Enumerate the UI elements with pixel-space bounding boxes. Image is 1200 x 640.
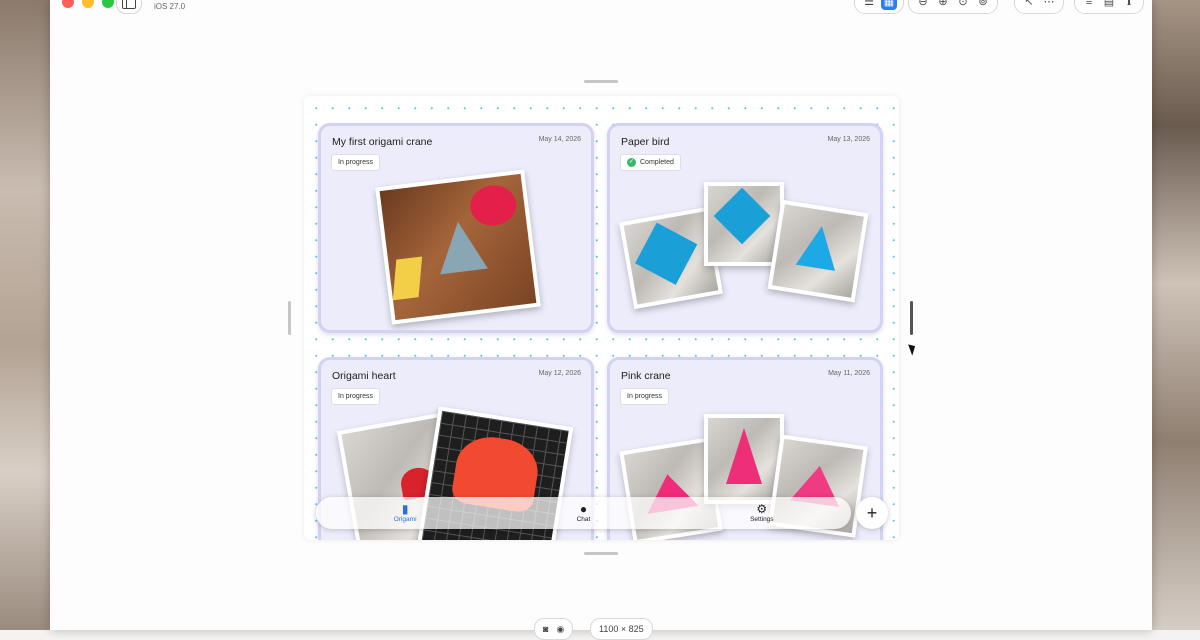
- zoom-fit-icon[interactable]: ⊙: [955, 0, 971, 10]
- status-badge: In progress: [331, 154, 381, 171]
- blue-diamond-shape: [713, 187, 771, 245]
- tab-settings[interactable]: ⚙ Settings: [717, 502, 807, 524]
- device-size-label: 1100 × 825: [599, 624, 644, 634]
- zoom-group: ⊖ ⊕ ⊙ ⊚: [908, 0, 998, 14]
- device-size-control[interactable]: 1100 × 825: [590, 618, 653, 640]
- tab-origami[interactable]: ▮ Origami: [360, 502, 450, 524]
- blue-paper-image: [708, 186, 780, 262]
- os-version-label: iOS 27.0: [154, 2, 186, 11]
- pointer-icon[interactable]: ↖: [1021, 0, 1037, 10]
- tab-label: Origami: [393, 516, 417, 523]
- status-badge: ✓ Completed: [620, 154, 681, 171]
- book-icon: ▮: [401, 502, 409, 516]
- origami-card[interactable]: My first origami crane May 14, 2026 In p…: [318, 123, 594, 333]
- zoom-in-icon[interactable]: ⊕: [935, 0, 951, 10]
- card-title: Pink crane: [621, 370, 671, 382]
- app-screen: My first origami crane May 14, 2026 In p…: [304, 96, 899, 540]
- blue-bird-image: [772, 204, 864, 298]
- tab-label: Chat: [576, 516, 591, 523]
- tab-bar: ▮ Origami ● Chat ⚙ Settings: [316, 497, 851, 529]
- zoom-actual-icon[interactable]: ⊚: [975, 0, 991, 10]
- left-resize-handle[interactable]: [288, 301, 291, 335]
- zoom-out-icon[interactable]: ⊖: [915, 0, 931, 10]
- card-date: May 14, 2026: [538, 136, 581, 143]
- minimize-window-button[interactable]: [82, 0, 94, 8]
- tab-label: Settings: [750, 516, 774, 523]
- bottom-resize-handle[interactable]: [584, 552, 618, 555]
- status-badge: In progress: [620, 388, 670, 405]
- blue-bird-shape: [795, 223, 842, 271]
- status-badge: In progress: [331, 388, 381, 405]
- info-icon[interactable]: ℹ: [1121, 0, 1137, 10]
- checkmark-icon: ✓: [627, 158, 636, 167]
- list-view-icon[interactable]: ☰: [861, 0, 877, 10]
- settings-sliders-icon[interactable]: ≡: [1081, 0, 1097, 10]
- layout-toggle-group: ☰ ▦: [854, 0, 904, 14]
- window-controls: [62, 0, 114, 8]
- gear-icon: ⚙: [756, 502, 768, 516]
- device-actions: ◙ ◉: [534, 618, 574, 640]
- card-title: My first origami crane: [332, 136, 433, 148]
- status-label: In progress: [338, 159, 374, 166]
- blue-square-shape: [635, 222, 698, 285]
- card-title: Origami heart: [332, 370, 396, 382]
- card-date: May 11, 2026: [828, 370, 870, 377]
- card-date: May 13, 2026: [827, 136, 870, 143]
- yellow-paper-shape: [392, 256, 423, 301]
- card-title: Paper bird: [621, 136, 670, 148]
- sidebar-toggle-button[interactable]: [116, 0, 142, 14]
- crane-shape: [434, 218, 488, 275]
- crane-photo-image: [379, 173, 537, 321]
- origami-photo: [375, 169, 541, 325]
- status-label: Completed: [640, 159, 674, 166]
- grid-view-icon[interactable]: ▦: [881, 0, 897, 10]
- status-label: In progress: [338, 393, 374, 400]
- right-resize-handle[interactable]: [910, 301, 913, 335]
- pink-crane-image: [708, 418, 780, 500]
- simulator-window: iOS 27.0 ☰ ▦ ⊖ ⊕ ⊙ ⊚ ↖ ⋯ ≡ ▤ ℹ My first …: [50, 0, 1152, 640]
- card-date: May 12, 2026: [538, 370, 581, 377]
- origami-photo: [767, 199, 869, 303]
- zoom-window-button[interactable]: [102, 0, 114, 8]
- inspector-group: ≡ ▤ ℹ: [1074, 0, 1144, 14]
- origami-card[interactable]: Paper bird May 13, 2026 ✓ Completed: [607, 123, 883, 333]
- tab-chat[interactable]: ● Chat: [538, 502, 628, 524]
- chat-bubble-icon: ●: [579, 502, 588, 516]
- pink-crane-shape: [726, 428, 762, 484]
- status-label: In progress: [627, 393, 663, 400]
- add-button[interactable]: +: [856, 497, 888, 529]
- document-icon[interactable]: ▤: [1101, 0, 1117, 10]
- sidebar-icon: [122, 0, 136, 9]
- screenshot-icon[interactable]: ◙: [543, 624, 548, 634]
- pointer-group: ↖ ⋯: [1014, 0, 1064, 14]
- close-window-button[interactable]: [62, 0, 74, 8]
- top-resize-handle[interactable]: [584, 80, 618, 83]
- more-icon[interactable]: ⋯: [1041, 0, 1057, 10]
- desktop-wallpaper-right: [1152, 0, 1200, 630]
- record-icon[interactable]: ◉: [556, 624, 564, 635]
- desktop-wallpaper-left: [0, 0, 52, 630]
